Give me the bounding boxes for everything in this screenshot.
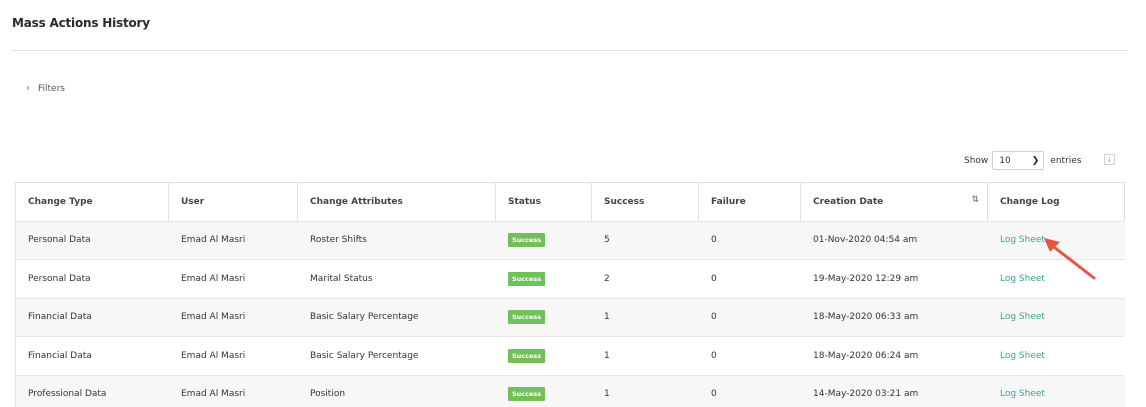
entries-label: entries bbox=[1050, 155, 1082, 166]
column-header-change-attributes[interactable]: Change Attributes bbox=[298, 183, 496, 221]
cell-creation-date: 18-May-2020 06:33 am bbox=[813, 312, 919, 323]
cell-change-attributes: Basic Salary Percentage bbox=[310, 312, 419, 323]
cell-failure: 0 bbox=[711, 350, 717, 361]
chevron-down-icon: ❯ bbox=[1031, 155, 1040, 166]
entries-length-control: Show 10 ❯ entries bbox=[964, 151, 1082, 170]
cell-success: 5 bbox=[604, 235, 610, 246]
cell-change-type: Personal Data bbox=[28, 273, 91, 284]
cell-creation-date: 18-May-2020 06:24 am bbox=[813, 350, 919, 361]
cell-creation-date: 14-May-2020 03:21 am bbox=[813, 389, 919, 400]
creation-date-label: Creation Date bbox=[813, 196, 884, 207]
cell-creation-date: 01-Nov-2020 04:54 am bbox=[813, 235, 918, 246]
mass-actions-table: Change Type User Change Attributes Statu… bbox=[15, 182, 1125, 407]
log-sheet-link[interactable]: Log Sheet bbox=[1000, 389, 1045, 399]
cell-status: Success bbox=[496, 337, 592, 375]
download-icon[interactable]: ↓ bbox=[1104, 154, 1115, 165]
cell-status: Success bbox=[496, 260, 592, 298]
cell-user: Emad Al Masri bbox=[181, 350, 246, 361]
column-header-user[interactable]: User bbox=[169, 183, 298, 221]
log-sheet-link[interactable]: Log Sheet bbox=[1000, 274, 1045, 284]
cell-success: 2 bbox=[604, 273, 610, 284]
status-badge: Success bbox=[508, 348, 546, 363]
column-header-change-log[interactable]: Change Log bbox=[988, 183, 1125, 221]
cell-success: 1 bbox=[604, 312, 610, 323]
cell-change-type: Financial Data bbox=[28, 350, 92, 361]
cell-change-attributes: Roster Shifts bbox=[310, 235, 367, 246]
cell-user: Emad Al Masri bbox=[181, 273, 246, 284]
cell-creation-date: 19-May-2020 12:29 am bbox=[813, 273, 919, 284]
column-header-failure[interactable]: Failure bbox=[699, 183, 801, 221]
status-badge: Success bbox=[508, 233, 546, 248]
filters-toggle[interactable]: › Filters bbox=[26, 83, 65, 94]
column-header-change-type[interactable]: Change Type bbox=[16, 183, 169, 221]
cell-failure: 0 bbox=[711, 273, 717, 284]
entries-select[interactable]: 10 ❯ bbox=[992, 151, 1045, 170]
cell-change-log: Log Sheet bbox=[988, 299, 1125, 337]
table-row: Professional Data Emad Al Masri Position… bbox=[16, 375, 1125, 407]
cell-failure: 0 bbox=[711, 235, 717, 246]
cell-user: Emad Al Masri bbox=[181, 235, 246, 246]
cell-success: 1 bbox=[604, 350, 610, 361]
show-label: Show bbox=[964, 155, 989, 166]
cell-success: 1 bbox=[604, 389, 610, 400]
column-header-creation-date[interactable]: Creation Date ⇅ bbox=[801, 183, 988, 221]
cell-change-log: Log Sheet bbox=[988, 337, 1125, 375]
cell-change-log: Log Sheet bbox=[988, 376, 1125, 407]
table-row: Personal Data Emad Al Masri Roster Shift… bbox=[16, 221, 1125, 260]
log-sheet-link[interactable]: Log Sheet bbox=[1000, 312, 1045, 322]
cell-status: Success bbox=[496, 376, 592, 407]
cell-user: Emad Al Masri bbox=[181, 312, 246, 323]
title-divider bbox=[12, 50, 1128, 51]
cell-status: Success bbox=[496, 299, 592, 337]
status-badge: Success bbox=[508, 271, 546, 286]
status-badge: Success bbox=[508, 310, 546, 325]
table-header-row: Change Type User Change Attributes Statu… bbox=[16, 183, 1125, 222]
table-row: Financial Data Emad Al Masri Basic Salar… bbox=[16, 298, 1125, 337]
chevron-right-icon: › bbox=[26, 83, 30, 94]
entries-select-value: 10 bbox=[999, 155, 1011, 166]
status-badge: Success bbox=[508, 387, 546, 402]
table-row: Financial Data Emad Al Masri Basic Salar… bbox=[16, 337, 1125, 376]
cell-change-type: Financial Data bbox=[28, 312, 92, 323]
cell-change-type: Personal Data bbox=[28, 235, 91, 246]
sort-icon[interactable]: ⇅ bbox=[971, 195, 979, 205]
table-row: Personal Data Emad Al Masri Marital Stat… bbox=[16, 260, 1125, 299]
cell-change-attributes: Marital Status bbox=[310, 273, 373, 284]
cell-failure: 0 bbox=[711, 389, 717, 400]
cell-change-log: Log Sheet bbox=[988, 222, 1125, 260]
cell-change-log: Log Sheet bbox=[988, 260, 1125, 298]
cell-status: Success bbox=[496, 222, 592, 260]
filters-label: Filters bbox=[38, 83, 65, 94]
cell-failure: 0 bbox=[711, 312, 717, 323]
column-header-status[interactable]: Status bbox=[496, 183, 592, 221]
log-sheet-link[interactable]: Log Sheet bbox=[1000, 235, 1045, 245]
page-title: Mass Actions History bbox=[12, 16, 150, 30]
cell-change-type: Professional Data bbox=[28, 389, 107, 400]
cell-user: Emad Al Masri bbox=[181, 389, 246, 400]
cell-change-attributes: Position bbox=[310, 389, 346, 400]
log-sheet-link[interactable]: Log Sheet bbox=[1000, 351, 1045, 361]
column-header-success[interactable]: Success bbox=[592, 183, 699, 221]
cell-change-attributes: Basic Salary Percentage bbox=[310, 350, 419, 361]
